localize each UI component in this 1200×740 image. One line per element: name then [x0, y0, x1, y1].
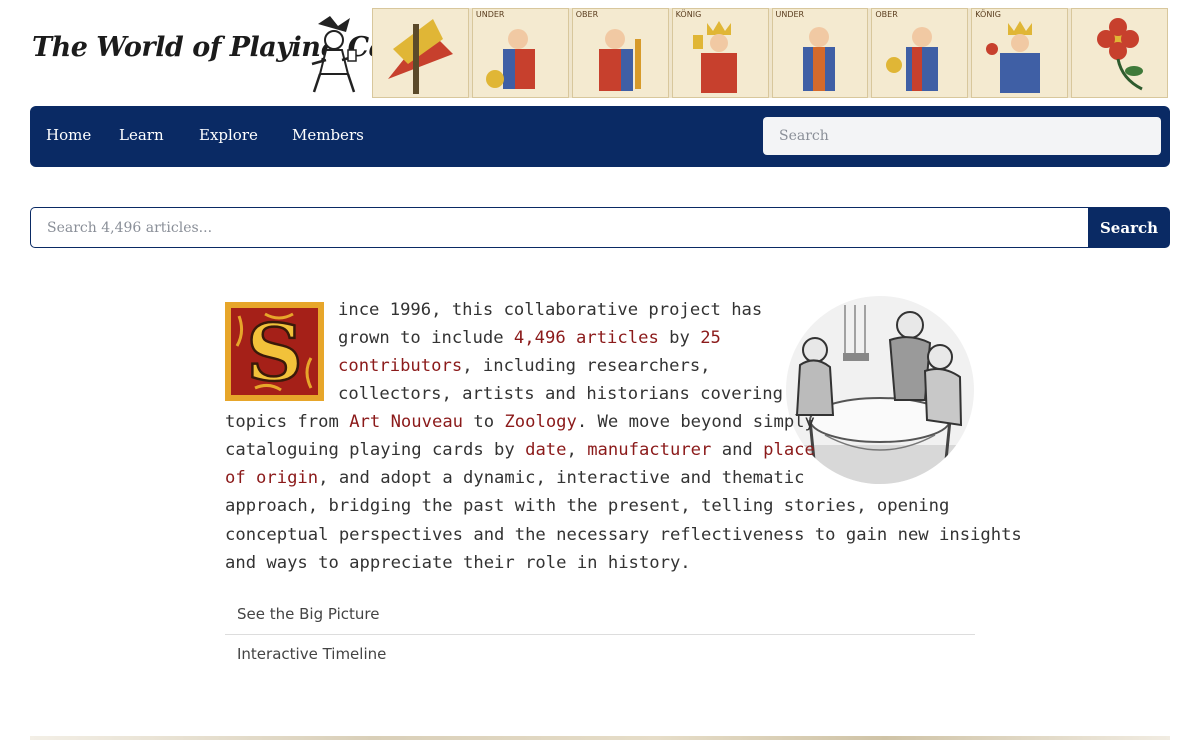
banner-card: OBER	[871, 8, 969, 98]
interactive-timeline-link[interactable]: Interactive Timeline	[225, 634, 975, 673]
manufacturer-link[interactable]: manufacturer	[587, 440, 711, 460]
zoology-link[interactable]: Zoology	[504, 412, 576, 432]
banner-card: OBER	[571, 8, 669, 98]
main-navbar: Home Learn Explore Members	[30, 106, 1170, 167]
intro-line-10: and ways to appreciate their role in his…	[225, 553, 691, 573]
nav-search-input[interactable]	[763, 117, 1161, 155]
banner-card: UNDER	[771, 8, 869, 98]
contributors-count-link[interactable]: 25	[700, 328, 721, 348]
article-search-input[interactable]	[30, 207, 1088, 248]
big-picture-link[interactable]: See the Big Picture	[225, 595, 975, 634]
dropcap-illustration: S	[225, 302, 324, 401]
date-link[interactable]: date	[525, 440, 566, 460]
intro-line-5: topics from Art Nouveau to Zoology. We m…	[225, 412, 815, 432]
intro-line-4: collectors, artists and historians cover…	[338, 384, 783, 404]
nav-members[interactable]: Members	[292, 126, 364, 144]
dropcap-letter: S	[246, 308, 302, 399]
place-of-origin-link[interactable]: place	[763, 440, 815, 460]
banner-card: KÖNIG	[971, 8, 1069, 98]
playing-card-banner: UNDER OBER KÖNIG UNDER OBER KÖNIG	[372, 8, 1168, 98]
banner-card: UNDER	[471, 8, 569, 98]
jester-icon	[311, 16, 357, 93]
contributors-link[interactable]: contributors	[338, 356, 462, 376]
intro-line-9: conceptual perspectives and the necessar…	[225, 525, 1022, 545]
banner-card: KÖNIG	[671, 8, 769, 98]
header: The World of Playing Cards UNDER OBER KÖ…	[0, 0, 1200, 106]
article-search-button[interactable]: Search	[1088, 207, 1170, 248]
intro-line-7: of origin, and adopt a dynamic, interact…	[225, 468, 805, 488]
site-logo[interactable]: The World of Playing Cards	[32, 14, 433, 94]
article-search-bar: Search	[30, 207, 1170, 248]
next-section-image	[30, 736, 1170, 740]
intro-line-3: contributors, including researchers,	[338, 356, 711, 376]
nav-learn[interactable]: Learn	[119, 126, 164, 144]
nav-home[interactable]: Home	[46, 126, 91, 144]
place-of-origin-link-cont[interactable]: of origin	[225, 468, 318, 488]
nav-explore[interactable]: Explore	[199, 126, 258, 144]
feature-links-list: See the Big Picture Interactive Timeline	[225, 595, 975, 673]
art-nouveau-link[interactable]: Art Nouveau	[349, 412, 463, 432]
intro-line-2: grown to include 4,496 articles by 25	[338, 328, 721, 348]
articles-link[interactable]: 4,496 articles	[514, 328, 659, 348]
intro-line-6: cataloguing playing cards by date, manuf…	[225, 440, 815, 460]
intro-line-1: ince 1996, this collaborative project ha…	[338, 300, 763, 320]
banner-card	[1071, 8, 1168, 98]
intro-line-8: approach, bridging the past with the pre…	[225, 496, 950, 516]
banner-card	[372, 8, 469, 98]
